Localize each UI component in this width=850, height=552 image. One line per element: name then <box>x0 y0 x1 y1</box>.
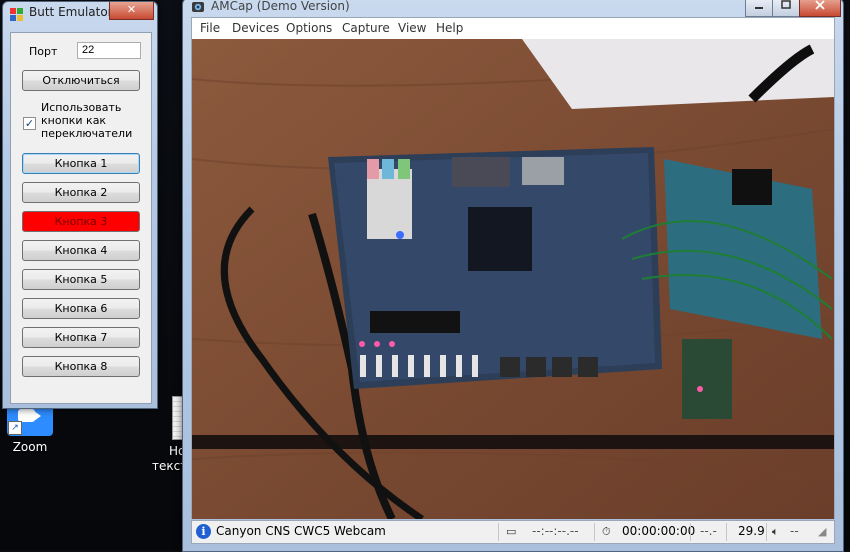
port-input[interactable] <box>77 42 141 59</box>
port-label: Порт <box>29 45 58 58</box>
amcap-menubar: File Devices Options Capture View Help <box>191 17 835 40</box>
amcap-window: AMCap (Demo Version) File Devices Option… <box>182 0 844 552</box>
butt-close-button[interactable]: ✕ <box>109 2 154 20</box>
minimize-button[interactable] <box>745 0 773 17</box>
butt-emulator-titlebar[interactable]: Butt Emulator ✕ <box>3 2 157 28</box>
amcap-app-icon <box>192 2 204 12</box>
use-switches-label: Использовать кнопки как переключатели <box>41 101 133 140</box>
desktop: ↗ Zoom Но текст AMCap (Demo Version) Fil… <box>0 0 850 552</box>
butt-emulator-window: Butt Emulator ✕ Порт Отключиться ✓ Испол… <box>2 1 158 409</box>
amcap-titlebar[interactable]: AMCap (Demo Version) <box>183 0 843 17</box>
speaker-icon: 🔈︎ <box>772 525 779 538</box>
button-1[interactable]: Кнопка 1 <box>22 153 140 174</box>
close-button[interactable] <box>799 0 841 17</box>
button-7[interactable]: Кнопка 7 <box>22 327 140 348</box>
minimize-icon <box>755 7 763 9</box>
amcap-statusbar: i Canyon CNS CWC5 Webcam ▭ --:--:--.-- ⏱… <box>191 520 835 544</box>
button-5[interactable]: Кнопка 5 <box>22 269 140 290</box>
menu-file[interactable]: File <box>200 21 220 35</box>
app-icon <box>10 8 23 21</box>
maximize-button[interactable] <box>772 0 800 17</box>
butt-emulator-title: Butt Emulator <box>29 5 113 19</box>
device-name: Canyon CNS CWC5 Webcam <box>216 524 386 538</box>
resize-grip-icon[interactable]: ◢ <box>818 525 826 538</box>
menu-help[interactable]: Help <box>436 21 463 35</box>
info-icon: i <box>196 524 211 539</box>
maximize-icon <box>781 0 791 9</box>
webcam-frame-image <box>192 39 834 519</box>
stopwatch-icon: ⏱ <box>602 525 611 538</box>
menu-options[interactable]: Options <box>286 21 332 35</box>
button-2[interactable]: Кнопка 2 <box>22 182 140 203</box>
fps-readout: 29.9 <box>738 524 765 538</box>
disconnect-button[interactable]: Отключиться <box>22 70 140 91</box>
shortcut-arrow-icon: ↗ <box>8 421 22 435</box>
zoom-label: Zoom <box>12 440 48 454</box>
button-6[interactable]: Кнопка 6 <box>22 298 140 319</box>
menu-view[interactable]: View <box>398 21 426 35</box>
close-icon <box>815 0 825 10</box>
button-4[interactable]: Кнопка 4 <box>22 240 140 261</box>
button-3[interactable]: Кнопка 3 <box>22 211 140 232</box>
menu-devices[interactable]: Devices <box>232 21 279 35</box>
capture-time: 00:00:00:00 <box>622 524 696 538</box>
video-preview <box>191 39 835 519</box>
menu-capture[interactable]: Capture <box>342 21 390 35</box>
dropped-frames: --.- <box>700 524 717 538</box>
use-switches-checkbox[interactable]: ✓ <box>23 117 36 130</box>
film-icon: ▭ <box>506 525 517 538</box>
button-8[interactable]: Кнопка 8 <box>22 356 140 377</box>
amcap-title: AMCap (Demo Version) <box>211 0 350 13</box>
butt-emulator-client: Порт Отключиться ✓ Использовать кнопки к… <box>10 32 152 404</box>
frames-readout: --:--:--.-- <box>532 524 579 538</box>
